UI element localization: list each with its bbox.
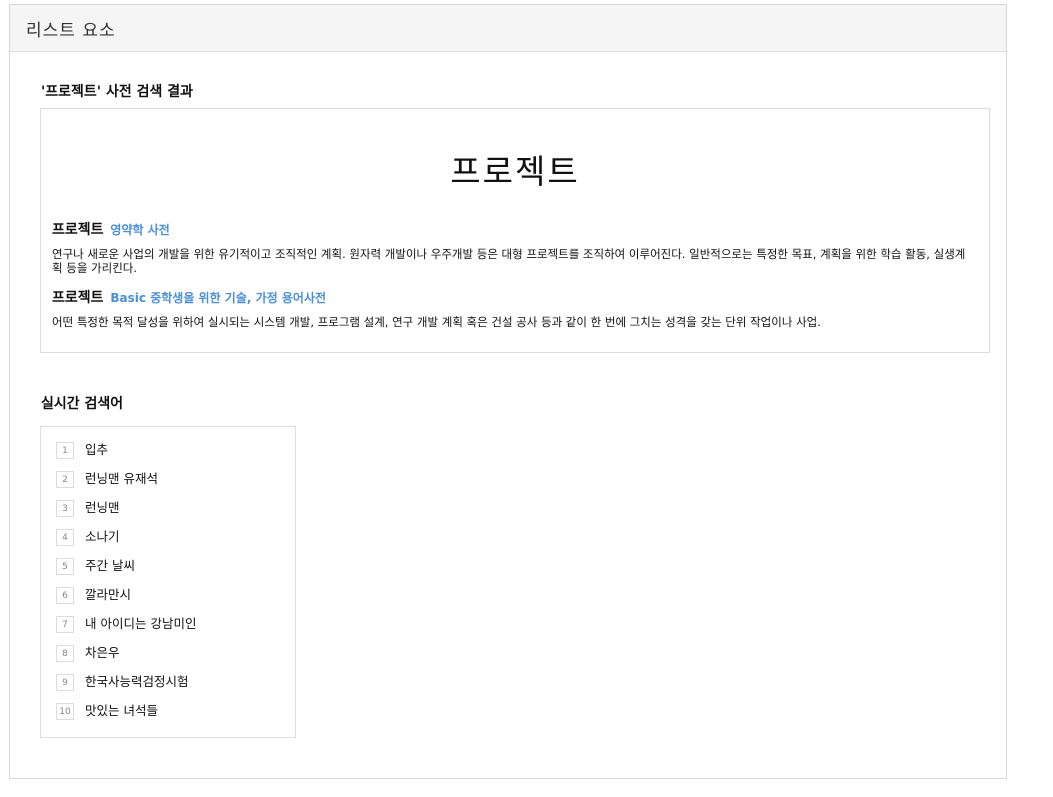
rank-term-link[interactable]: 차은우 (85, 645, 120, 661)
rank-term-link[interactable]: 한국사능력검정시험 (85, 674, 189, 690)
dictionary-entry-description: 연구나 새로운 사업의 개발을 위한 유기적이고 조직적인 계획. 원자력 개발… (52, 247, 966, 275)
ranking-item[interactable]: 7 내 아이디는 강남미인 (56, 616, 196, 645)
ranking-item[interactable]: 10 맛있는 녀석들 (56, 703, 196, 732)
rank-term-link[interactable]: 소나기 (85, 529, 120, 545)
rank-term-link[interactable]: 맛있는 녀석들 (85, 703, 158, 719)
rank-number: 7 (56, 616, 74, 633)
ranking-item[interactable]: 8 차은우 (56, 645, 196, 674)
rank-number: 10 (56, 703, 74, 720)
rank-number: 5 (56, 558, 74, 575)
rank-number: 9 (56, 674, 74, 691)
rank-number: 3 (56, 500, 74, 517)
rank-number: 4 (56, 529, 74, 546)
entry-source-link[interactable]: 영약학 사전 (110, 223, 169, 237)
realtime-ranking-box: 1 입추 2 런닝맨 유재석 3 런닝맨 4 소나기 5 주간 날씨 6 깔라만… (40, 426, 296, 738)
entry-word: 프로젝트 (52, 290, 104, 306)
realtime-section-title: 실시간 검색어 (41, 396, 124, 412)
ranking-item[interactable]: 9 한국사능력검정시험 (56, 674, 196, 703)
rank-term-link[interactable]: 주간 날씨 (85, 558, 135, 574)
panel-title: 리스트 요소 (26, 20, 116, 41)
list-elements-panel: 리스트 요소 '프로젝트' 사전 검색 결과 프로젝트 프로젝트 영약학 사전 … (9, 4, 1007, 779)
dictionary-section-title: '프로젝트' 사전 검색 결과 (41, 84, 193, 100)
panel-header: 리스트 요소 (10, 5, 1006, 52)
rank-number: 6 (56, 587, 74, 604)
ranking-item[interactable]: 2 런닝맨 유재석 (56, 471, 196, 500)
dictionary-result-box: 프로젝트 프로젝트 영약학 사전 연구나 새로운 사업의 개발을 위한 유기적이… (40, 108, 990, 353)
ranking-item[interactable]: 3 런닝맨 (56, 500, 196, 529)
dictionary-entry-title: 프로젝트 영약학 사전 (52, 219, 170, 239)
rank-term-link[interactable]: 입추 (85, 442, 108, 458)
ranking-item[interactable]: 6 깔라만시 (56, 587, 196, 616)
rank-term-link[interactable]: 내 아이디는 강남미인 (85, 616, 196, 632)
rank-term-link[interactable]: 런닝맨 유재석 (85, 471, 158, 487)
rank-number: 1 (56, 442, 74, 459)
rank-number: 8 (56, 645, 74, 662)
rank-number: 2 (56, 471, 74, 488)
dictionary-headword: 프로젝트 (450, 152, 580, 191)
ranking-item[interactable]: 4 소나기 (56, 529, 196, 558)
ranking-item[interactable]: 1 입추 (56, 442, 196, 471)
rank-term-link[interactable]: 런닝맨 (85, 500, 120, 516)
realtime-ranking-list: 1 입추 2 런닝맨 유재석 3 런닝맨 4 소나기 5 주간 날씨 6 깔라만… (56, 442, 196, 732)
dictionary-entry-description: 어떤 특정한 목적 달성을 위하여 실시되는 시스템 개발, 프로그램 설계, … (52, 315, 821, 329)
entry-word: 프로젝트 (52, 222, 104, 238)
ranking-item[interactable]: 5 주간 날씨 (56, 558, 196, 587)
dictionary-entry-title: 프로젝트 Basic 중학생을 위한 기술, 가정 용어사전 (52, 287, 326, 307)
rank-term-link[interactable]: 깔라만시 (85, 587, 131, 603)
entry-source-link[interactable]: Basic 중학생을 위한 기술, 가정 용어사전 (110, 291, 326, 305)
